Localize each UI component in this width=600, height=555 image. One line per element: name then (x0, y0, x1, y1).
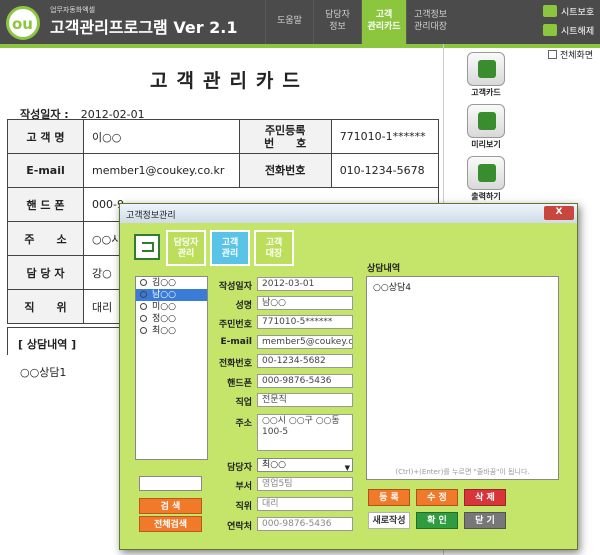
field-label: 전화번호 (218, 359, 252, 369)
radio-icon (140, 303, 147, 310)
tab-customer-ledger[interactable]: 고객 대장 (254, 230, 294, 266)
list-item[interactable]: 김○○ (136, 277, 207, 289)
search-button[interactable]: 검 색 (139, 498, 202, 514)
app-title: 고객관리프로그램 Ver 2.1 (50, 18, 238, 37)
tab-help[interactable]: 도움말 (265, 0, 313, 44)
printer-icon (467, 156, 505, 190)
dialog-titlebar: 고객정보관리 X (120, 204, 577, 223)
field-label: 담당자 (227, 463, 252, 473)
contact-field: 000-9876-5436 (257, 517, 353, 531)
preview-button[interactable]: 미리보기 (466, 104, 506, 150)
checkbox-icon (548, 50, 557, 59)
date-field[interactable]: 2012-03-01 (257, 277, 353, 291)
tab-customer-ledger[interactable]: 고객정보 관리대장 (406, 0, 454, 44)
tab-manager-info[interactable]: 담당자 정보 (313, 0, 361, 44)
department-field: 영업5팀 (257, 477, 353, 491)
lock-icon (543, 5, 557, 17)
table-cell-value: 이○○ (83, 119, 240, 154)
table-cell-label: E-mail (7, 153, 84, 188)
radio-icon (140, 315, 147, 322)
sheet-unprotect-button[interactable]: 시트해제 (543, 24, 594, 37)
register-button[interactable]: 등 록 (368, 489, 410, 506)
field-label: 성명 (235, 301, 252, 311)
dialog-title: 고객정보관리 (126, 211, 176, 221)
radio-icon (140, 291, 147, 298)
field-label: 직업 (235, 398, 252, 408)
table-row: E-mail member1@coukey.co.kr 전화번호 010-123… (7, 153, 440, 188)
table-cell-label: 핸 드 폰 (7, 187, 84, 222)
table-cell-label: 담 당 자 (7, 255, 84, 290)
radio-icon (140, 279, 147, 286)
app-header: ou 업무자동화엑셀 고객관리프로그램 Ver 2.1 도움말 담당자 정보 고… (0, 0, 600, 44)
exit-icon[interactable] (134, 234, 160, 260)
table-cell-value: 771010-1****** (330, 119, 440, 154)
chevron-down-icon: ▼ (344, 464, 350, 472)
field-label: 연락처 (227, 522, 252, 532)
table-cell-label: 주 소 (7, 221, 84, 256)
unlock-icon (543, 24, 557, 36)
list-item[interactable]: 정○○ (136, 313, 207, 325)
consult-text: ○○상담1 (20, 366, 67, 379)
consult-textarea[interactable]: ○○상담4 (Ctrl)+(Enter)를 누르면 "줄바꿈"이 됩니다. (366, 276, 559, 480)
print-button[interactable]: 출력하기 (466, 156, 506, 202)
sheet-protect-button[interactable]: 시트보호 (543, 5, 594, 18)
phone-field[interactable]: 00-1234-5682 (257, 354, 353, 368)
delete-button[interactable]: 삭 제 (464, 489, 506, 506)
radio-icon (140, 327, 147, 334)
field-label: E-mail (220, 337, 252, 347)
table-cell-label: 고 객 명 (7, 119, 84, 154)
customer-card-button[interactable]: 고객카드 (466, 52, 506, 98)
consult-label: 상담내역 (367, 264, 401, 274)
new-entry-button[interactable]: 새로작성 (368, 512, 410, 529)
customer-info-dialog: 고객정보관리 X 담당자 관리 고객 관리 고객 대장 김○○ 남○○ 미○○ … (119, 203, 578, 550)
fullscreen-checkbox[interactable]: 전체화면 (548, 48, 593, 61)
list-item[interactable]: 최○○ (136, 325, 207, 337)
modify-button[interactable]: 수 정 (416, 489, 458, 506)
field-label: 주민번호 (218, 320, 252, 330)
table-cell-label: 주민등록 번 호 (238, 119, 332, 154)
line-break-hint: (Ctrl)+(Enter)를 누르면 "줄바꿈"이 됩니다. (395, 468, 530, 476)
field-label: 직위 (235, 502, 252, 512)
address-field[interactable]: ○○시 ○○구 ○○동 100-5 (257, 414, 353, 451)
table-cell-label: 직 위 (7, 289, 84, 324)
table-row: 고 객 명 이○○ 주민등록 번 호 771010-1****** (7, 119, 440, 154)
field-label: 핸드폰 (227, 379, 252, 389)
field-label: 작성일자 (218, 282, 252, 292)
person-icon (467, 52, 505, 86)
name-field[interactable]: 남○○ (257, 296, 353, 310)
manager-select[interactable]: 최○○ ▼ (257, 458, 353, 472)
email-field[interactable]: member5@coukey.co.kr (257, 335, 353, 349)
table-cell-value: 010-1234-5678 (330, 153, 440, 188)
tab-customer-card[interactable]: 고객 관리카드 (361, 0, 406, 44)
list-item[interactable]: 미○○ (136, 301, 207, 313)
confirm-button[interactable]: 확 인 (416, 512, 458, 529)
field-label: 부서 (235, 482, 252, 492)
mobile-field[interactable]: 000-9876-5436 (257, 374, 353, 388)
tab-manager-manage[interactable]: 담당자 관리 (166, 230, 206, 266)
app-logo: ou (6, 6, 40, 40)
table-cell-value: member1@coukey.co.kr (83, 153, 240, 188)
list-item[interactable]: 남○○ (136, 289, 207, 301)
tab-customer-manage[interactable]: 고객 관리 (210, 230, 250, 266)
dialog-close-button[interactable]: X (544, 206, 574, 220)
search-all-button[interactable]: 전체검색 (139, 516, 202, 532)
table-cell-label: 전화번호 (238, 153, 332, 188)
card-title: 고객관리카드 (150, 70, 309, 92)
job-field[interactable]: 전문직 (257, 393, 353, 407)
id-number-field[interactable]: 771010-5****** (257, 315, 353, 329)
close-button[interactable]: 닫 기 (464, 512, 506, 529)
customer-list[interactable]: 김○○ 남○○ 미○○ 정○○ 최○○ (135, 276, 208, 460)
position-field: 대리 (257, 497, 353, 511)
search-input[interactable] (139, 476, 202, 491)
field-label: 주소 (235, 419, 252, 429)
monitor-icon (467, 104, 505, 138)
